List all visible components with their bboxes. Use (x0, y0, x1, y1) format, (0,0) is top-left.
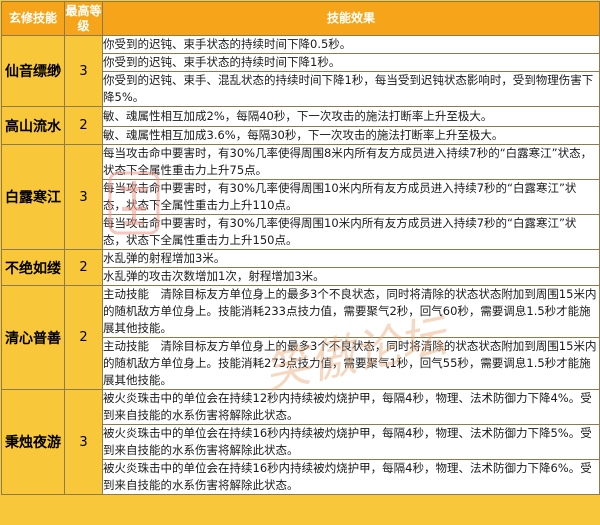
skill-effect-level-2: 每当攻击命中要害时，有30%几率使得周围10米内所有友方成员进入持续7秒的“白露… (102, 179, 600, 215)
header-skill-effect: 技能效果 (102, 1, 600, 36)
table-header-row: 玄修技能 最高等级 技能效果 (1, 1, 600, 36)
skill-name: 高山流水 (1, 106, 65, 145)
skill-effect-level-1: 水乱弹的射程增加3米。 (102, 249, 600, 268)
table-row: 高山流水 2 敏、魂属性相互加成2%，每隔40秒，下一次攻击的施法打断率上升至极大。 (1, 106, 600, 145)
table-row: 清心普善 2 主动技能 清除目标友方单位身上的最多3个不良状态，同时将清除的状态状态… (1, 285, 600, 390)
skill-max-level: 2 (64, 106, 103, 145)
skill-effect-level-3: 你受到的迟钝、束手、混乱状态的持续时间下降1秒，每当受到迟钝状态影响时，受到物理… (102, 71, 600, 107)
skills-table-body: 仙音缥缈 3 你受到的迟钝、束手状态的持续时间下降0.5秒。 你受到的迟钝、束手状态的… (1, 35, 600, 495)
skill-name: 白露寒江 (1, 144, 65, 250)
skill-effect-level-1: 你受到的迟钝、束手状态的持续时间下降0.5秒。 (102, 35, 600, 54)
skill-effect-level-2: 水乱弹的攻击次数增加1次，射程增加3米。 (102, 267, 600, 286)
skill-name: 仙音缥缈 (1, 35, 65, 107)
skill-effect-level-2: 你受到的迟钝、束手状态的持续时间下降1秒。 (102, 53, 600, 72)
skill-max-level: 2 (64, 249, 103, 286)
skill-max-level: 3 (64, 35, 103, 107)
skill-max-level: 3 (64, 144, 103, 250)
skill-effect-level-3: 每当攻击命中要害时，有30%几率使得周围10米内所有友方成员进入持续7秒的“白露… (102, 214, 600, 250)
table-row: 仙音缥缈 3 你受到的迟钝、束手状态的持续时间下降0.5秒。 (1, 35, 600, 107)
header-max-level: 最高等级 (64, 1, 103, 36)
skill-name: 清心普善 (1, 285, 65, 390)
skill-effect-level-2: 主动技能 清除目标友方单位身上的最多3个不良状态，同时将清除的状态状态附加到周围… (102, 337, 600, 390)
skill-effect-level-3: 被火炎珠击中的单位会在持续16秒内持续被灼烧护甲，每隔4秒，物理、法术防御力下降… (102, 459, 600, 495)
skill-effect-level-1: 敏、魂属性相互加成2%，每隔40秒，下一次攻击的施法打断率上升至极大。 (102, 106, 600, 127)
table-row: 不绝如缕 2 水乱弹的射程增加3米。 (1, 249, 600, 286)
skill-max-level: 3 (64, 389, 103, 495)
skill-effect-level-1: 被火炎珠击中的单位会在持续12秒内持续被灼烧护甲，每隔4秒，物理、法术防御力下降… (102, 389, 600, 425)
skill-effect-level-1: 主动技能 清除目标友方单位身上的最多3个不良状态，同时将清除的状态状态附加到周围… (102, 285, 600, 338)
skill-effect-level-2: 被火炎珠击中的单位会在持续16秒内持续被灼烧护甲，每隔4秒，物理、法术防御力下降… (102, 424, 600, 460)
table-row: 白露寒江 3 每当攻击命中要害时，有30%几率使得周围8米内所有友方成员进入持续7秒… (1, 144, 600, 250)
skill-effect-level-2: 敏、魂属性相互加成3.6%，每隔30秒，下一次攻击的施法打断率上升至极大。 (102, 126, 600, 145)
skill-max-level: 2 (64, 285, 103, 390)
skill-name: 不绝如缕 (1, 249, 65, 286)
table-row: 秉烛夜游 3 被火炎珠击中的单位会在持续12秒内持续被灼烧护甲，每隔4秒，物理、法术… (1, 389, 600, 495)
header-skill-name: 玄修技能 (1, 1, 65, 36)
skill-effect-level-1: 每当攻击命中要害时，有30%几率使得周围8米内所有友方成员进入持续7秒的“白露寒… (102, 144, 600, 180)
skills-table: 玄修技能 最高等级 技能效果 仙音缥缈 3 你受到的迟钝、束手状态的持续时间下降0.… (1, 1, 600, 495)
skills-sheet: 玄修技能 最高等级 技能效果 仙音缥缈 3 你受到的迟钝、束手状态的持续时间下降0.… (0, 0, 600, 525)
skill-name: 秉烛夜游 (1, 389, 65, 495)
